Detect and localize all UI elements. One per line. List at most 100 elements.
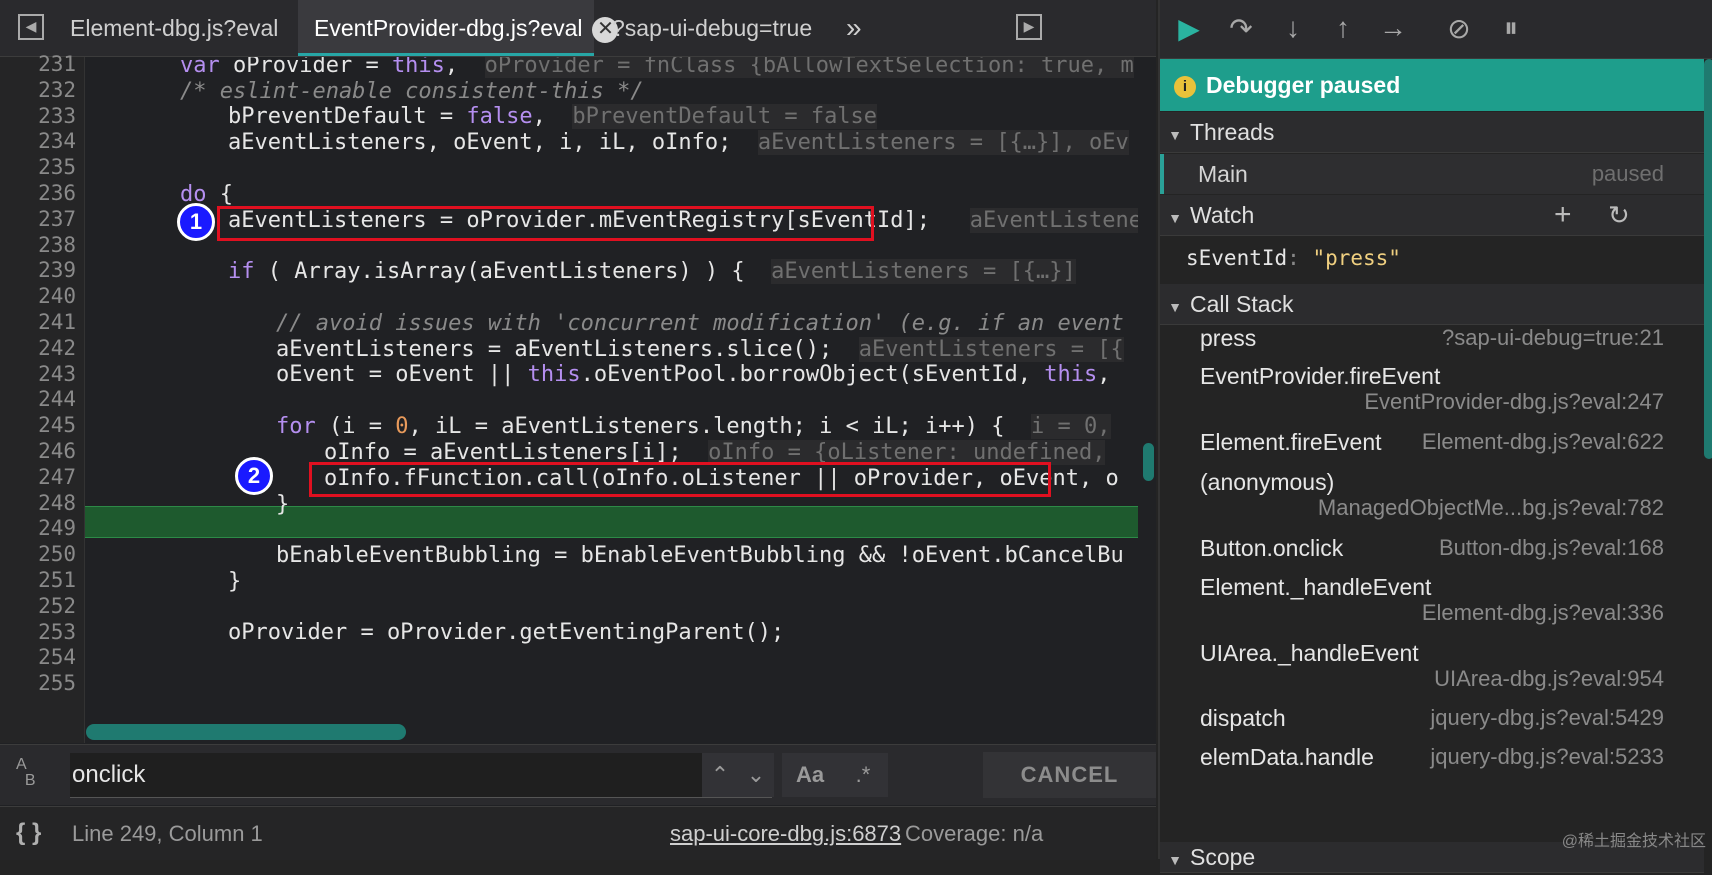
watch-header[interactable]: ▼ Watch + ↻: [1160, 195, 1704, 236]
section-title: Call Stack: [1190, 291, 1294, 317]
debugger-scrollbar[interactable]: [1704, 59, 1712, 459]
line-number[interactable]: 245: [0, 413, 76, 437]
tab-element-dbg[interactable]: Element-dbg.js?eval: [70, 0, 290, 56]
editor-tab-bar: ◀ Element-dbg.js?eval EventProvider-dbg.…: [0, 0, 1156, 57]
frame-location[interactable]: jquery-dbg.js?eval:5233: [1430, 744, 1664, 770]
vertical-scrollbar[interactable]: [1143, 443, 1154, 481]
frame-function[interactable]: dispatch: [1200, 705, 1286, 732]
thread-name: Main: [1198, 161, 1248, 187]
frame-function[interactable]: Button.onclick: [1200, 535, 1343, 562]
frame-function[interactable]: Element.fireEvent: [1200, 429, 1382, 456]
watermark: @稀土掘金技术社区: [1561, 833, 1706, 850]
tab-label: ?sap-ui-debug=true: [612, 15, 813, 41]
code-line-231: var oProvider = this, oProvider = fnClas…: [180, 57, 1134, 80]
search-next-icon[interactable]: ⌄: [738, 753, 774, 797]
code-line-245: for (i = 0, iL = aEventListeners.length;…: [276, 414, 1111, 439]
pause-on-exceptions-icon[interactable]: ⏸: [1494, 12, 1528, 45]
tab-label: Element-dbg.js?eval: [70, 15, 279, 41]
horizontal-scrollbar[interactable]: [86, 724, 406, 740]
resume-icon[interactable]: ▶: [1172, 12, 1206, 45]
code-line-241: // avoid issues with 'concurrent modific…: [276, 311, 1124, 336]
debugger-paused-banner: i Debugger paused: [1160, 59, 1704, 111]
cancel-button[interactable]: CANCEL: [983, 752, 1156, 798]
threads-header[interactable]: ▼ Threads: [1160, 112, 1704, 153]
code-area[interactable]: var oProvider = this, oProvider = fnClas…: [85, 57, 1138, 743]
tab-label: EventProvider-dbg.js?eval: [314, 15, 583, 41]
collapse-triangle-icon: ▼: [1168, 127, 1182, 143]
line-number[interactable]: 237: [0, 207, 76, 231]
line-number[interactable]: 246: [0, 439, 76, 463]
status-bar: { } Line 249, Column 1 sap-ui-core-dbg.j…: [0, 806, 1156, 860]
code-line-234: aEventListeners, oEvent, i, iL, oInfo; a…: [228, 130, 1129, 155]
code-line-253: oProvider = oProvider.getEventingParent(…: [228, 620, 785, 645]
code-line-242: aEventListeners = aEventListeners.slice(…: [276, 337, 1124, 362]
search-prev-icon[interactable]: ⌃: [702, 753, 738, 797]
add-watch-icon[interactable]: +: [1554, 195, 1572, 235]
line-number[interactable]: 240: [0, 284, 76, 308]
step-into-icon[interactable]: ↓: [1276, 12, 1310, 44]
line-number[interactable]: 239: [0, 258, 76, 282]
line-number[interactable]: 243: [0, 362, 76, 386]
line-number[interactable]: 235: [0, 155, 76, 179]
frame-location[interactable]: ?sap-ui-debug=true:21: [1442, 325, 1664, 351]
frame-function[interactable]: Element._handleEvent: [1200, 574, 1431, 601]
line-number[interactable]: 238: [0, 233, 76, 257]
search-bar: A B ⌃ ⌄ Aa .* CANCEL: [0, 744, 1156, 805]
line-number[interactable]: 254: [0, 645, 76, 669]
line-number[interactable]: 232: [0, 78, 76, 102]
tab-eventprovider-dbg[interactable]: EventProvider-dbg.js?eval ✕: [298, 0, 619, 56]
refresh-icon[interactable]: ↻: [1608, 195, 1630, 235]
line-number[interactable]: 255: [0, 671, 76, 695]
frame-location[interactable]: UIArea-dbg.js?eval:954: [1434, 666, 1664, 692]
frame-location[interactable]: Element-dbg.js?eval:622: [1422, 429, 1664, 455]
search-input[interactable]: [70, 753, 772, 798]
editor-pane: ◀ Element-dbg.js?eval EventProvider-dbg.…: [0, 0, 1156, 860]
frame-function[interactable]: (anonymous): [1200, 469, 1334, 496]
line-number[interactable]: 241: [0, 310, 76, 334]
more-tabs-icon[interactable]: »: [846, 0, 862, 56]
deactivate-breakpoints-icon[interactable]: ⊘: [1442, 12, 1476, 45]
line-number[interactable]: 233: [0, 104, 76, 128]
watch-expression[interactable]: sEventId: "press": [1186, 246, 1401, 270]
step-icon[interactable]: →: [1376, 12, 1410, 44]
line-number[interactable]: 244: [0, 387, 76, 411]
line-number[interactable]: 247: [0, 465, 76, 489]
cursor-position: Line 249, Column 1: [72, 821, 263, 846]
line-number[interactable]: 252: [0, 594, 76, 618]
line-number[interactable]: 231: [0, 52, 76, 76]
tab-sap-ui-debug[interactable]: ?sap-ui-debug=true: [612, 0, 812, 56]
toggle-debugger-icon[interactable]: ▶: [1016, 14, 1042, 40]
step-out-icon[interactable]: ↑: [1326, 12, 1360, 44]
step-over-icon[interactable]: ↷: [1224, 12, 1258, 45]
thread-state: paused: [1591, 161, 1664, 186]
frame-location[interactable]: ManagedObjectMe...bg.js?eval:782: [1318, 495, 1664, 521]
banner-text: Debugger paused: [1206, 72, 1401, 98]
frame-location[interactable]: EventProvider-dbg.js?eval:247: [1364, 389, 1664, 415]
pretty-print-icon[interactable]: { }: [16, 819, 41, 847]
coverage-status: Coverage: n/a: [905, 821, 1044, 846]
annotation-marker-2: 2: [235, 457, 273, 495]
thread-main[interactable]: Main paused: [1160, 154, 1704, 194]
line-number[interactable]: 242: [0, 336, 76, 360]
line-number[interactable]: 236: [0, 181, 76, 205]
replace-toggle-icon[interactable]: A B: [16, 757, 36, 789]
line-number[interactable]: 253: [0, 620, 76, 644]
frame-location[interactable]: Element-dbg.js?eval:336: [1422, 600, 1664, 626]
line-number[interactable]: 251: [0, 568, 76, 592]
frame-location[interactable]: jquery-dbg.js?eval:5429: [1430, 705, 1664, 731]
info-icon: i: [1174, 75, 1196, 98]
line-number[interactable]: 234: [0, 129, 76, 153]
call-stack-header[interactable]: ▼ Call Stack: [1160, 284, 1704, 325]
frame-function[interactable]: UIArea._handleEvent: [1200, 640, 1419, 667]
toggle-navigator-icon[interactable]: ◀: [18, 14, 44, 40]
match-case-button[interactable]: Aa: [782, 753, 838, 797]
frame-location[interactable]: Button-dbg.js?eval:168: [1439, 535, 1664, 561]
line-number[interactable]: 249: [0, 516, 76, 540]
frame-function[interactable]: elemData.handle: [1200, 744, 1374, 771]
line-number[interactable]: 250: [0, 542, 76, 566]
frame-function[interactable]: EventProvider.fireEvent: [1200, 363, 1440, 390]
regex-button[interactable]: .*: [838, 753, 888, 797]
frame-function[interactable]: press: [1200, 325, 1256, 352]
line-number[interactable]: 248: [0, 491, 76, 515]
source-map-link[interactable]: sap-ui-core-dbg.js:6873: [670, 821, 901, 847]
